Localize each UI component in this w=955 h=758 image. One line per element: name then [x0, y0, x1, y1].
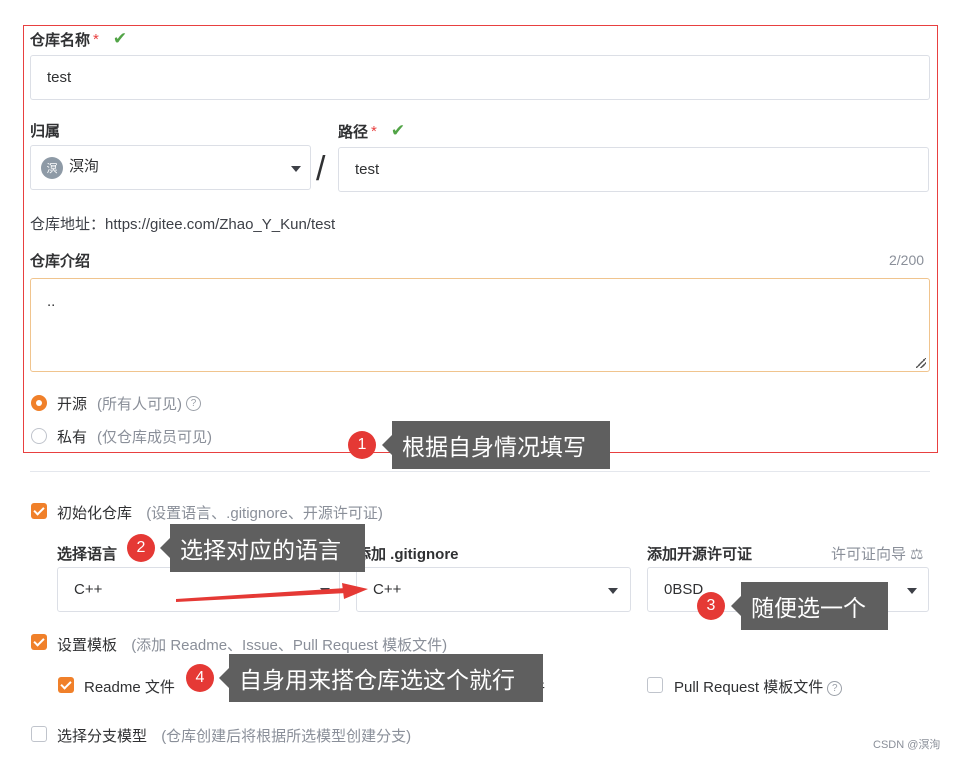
scale-icon: ⚖ [910, 546, 924, 563]
license-guide-text: 许可证向导 [831, 546, 907, 563]
repo-name-label-row: 仓库名称 * ✔ [30, 28, 127, 50]
init-repo-checkbox[interactable] [31, 503, 47, 519]
pr-template-label: Pull Request 模板文件 [674, 679, 824, 696]
readme-label: Readme 文件 [84, 679, 175, 696]
license-label: 添加开源许可证 [647, 546, 753, 563]
required-mark: * [93, 30, 99, 48]
chevron-down-icon [608, 588, 618, 594]
help-icon[interactable]: ? [186, 396, 202, 411]
template-row: 设置模板 (添加 Readme、Issue、Pull Request 模板文件) [57, 634, 447, 655]
annotation-bubble-4: 自身用来搭仓库选这个就行 [219, 654, 543, 702]
template-hint: (添加 Readme、Issue、Pull Request 模板文件) [131, 637, 448, 654]
private-row: 私有 (仅仓库成员可见) [57, 426, 212, 447]
template-label: 设置模板 [57, 637, 118, 654]
open-source-radio[interactable] [31, 395, 47, 411]
chevron-down-icon [907, 588, 917, 594]
path-label: 路径 [338, 123, 369, 141]
repo-name-value: test [47, 69, 72, 86]
private-label: 私有 [57, 429, 88, 446]
avatar: 溟 [41, 157, 63, 179]
divider [30, 471, 930, 472]
repo-name-input[interactable]: test [30, 55, 930, 100]
language-label: 选择语言 [57, 546, 118, 563]
path-input[interactable]: test [338, 147, 929, 192]
intro-label: 仓库介绍 [30, 253, 91, 270]
branch-model-hint: (仓库创建后将根据所选模型创建分支) [161, 728, 412, 745]
resize-handle[interactable] [916, 358, 926, 368]
valid-check-icon: ✔ [390, 121, 406, 140]
readme-checkbox[interactable] [58, 677, 74, 693]
pr-template-checkbox[interactable] [647, 677, 663, 693]
annotation-badge-3: 3 [697, 592, 725, 620]
intro-textarea[interactable]: .. [30, 278, 930, 372]
open-source-row: 开源 (所有人可见) ? [57, 393, 202, 414]
repo-address-url: https://gitee.com/Zhao_Y_Kun/test [105, 216, 336, 233]
repo-address-label: 仓库地址： [30, 216, 106, 233]
owner-label: 归属 [30, 123, 61, 140]
branch-model-checkbox[interactable] [31, 726, 47, 742]
init-repo-hint: (设置语言、.gitignore、开源许可证) [146, 505, 383, 522]
license-guide-link[interactable]: 许可证向导 ⚖ [831, 543, 923, 564]
annotation-badge-4: 4 [186, 664, 214, 692]
private-radio[interactable] [31, 428, 47, 444]
required-mark: * [371, 122, 377, 140]
template-checkbox[interactable] [31, 634, 47, 650]
watermark: CSDN @溟洵 [873, 739, 941, 751]
intro-counter: 2/200 [889, 252, 925, 268]
annotation-bubble-3: 随便选一个 [731, 582, 888, 630]
annotation-arrow [176, 583, 368, 602]
repo-name-label: 仓库名称 [30, 31, 91, 49]
branch-model-label: 选择分支模型 [57, 728, 148, 745]
language-value: C++ [74, 581, 103, 598]
annotation-bubble-2: 选择对应的语言 [160, 524, 365, 572]
pr-template-row: Pull Request 模板文件? [674, 676, 843, 697]
owner-select[interactable]: 溟 溟洵 [30, 145, 311, 190]
init-repo-row: 初始化仓库 (设置语言、.gitignore、开源许可证) [57, 502, 383, 523]
open-source-label: 开源 [57, 396, 88, 413]
init-repo-label: 初始化仓库 [57, 505, 133, 522]
annotation-badge-2: 2 [127, 534, 155, 562]
path-value: test [355, 161, 380, 178]
private-hint: (仅仓库成员可见) [97, 429, 213, 446]
annotation-bubble-1: 根据自身情况填写 [382, 421, 610, 469]
valid-check-icon: ✔ [112, 29, 128, 48]
open-source-hint: (所有人可见) [97, 396, 183, 413]
intro-value: .. [47, 293, 56, 310]
help-icon[interactable]: ? [827, 681, 843, 696]
gitignore-select[interactable]: C++ [356, 567, 631, 612]
path-label-row: 路径 * ✔ [338, 120, 405, 142]
path-separator: / [316, 150, 326, 188]
repo-address: 仓库地址：https://gitee.com/Zhao_Y_Kun/test [30, 213, 335, 234]
license-value: 0BSD [664, 581, 704, 598]
gitignore-label: 添加 .gitignore [356, 546, 459, 563]
branch-model-row: 选择分支模型 (仓库创建后将根据所选模型创建分支) [57, 725, 411, 746]
annotation-badge-1: 1 [348, 431, 376, 459]
owner-value: 溟洵 [69, 158, 100, 175]
chevron-down-icon [291, 166, 301, 172]
